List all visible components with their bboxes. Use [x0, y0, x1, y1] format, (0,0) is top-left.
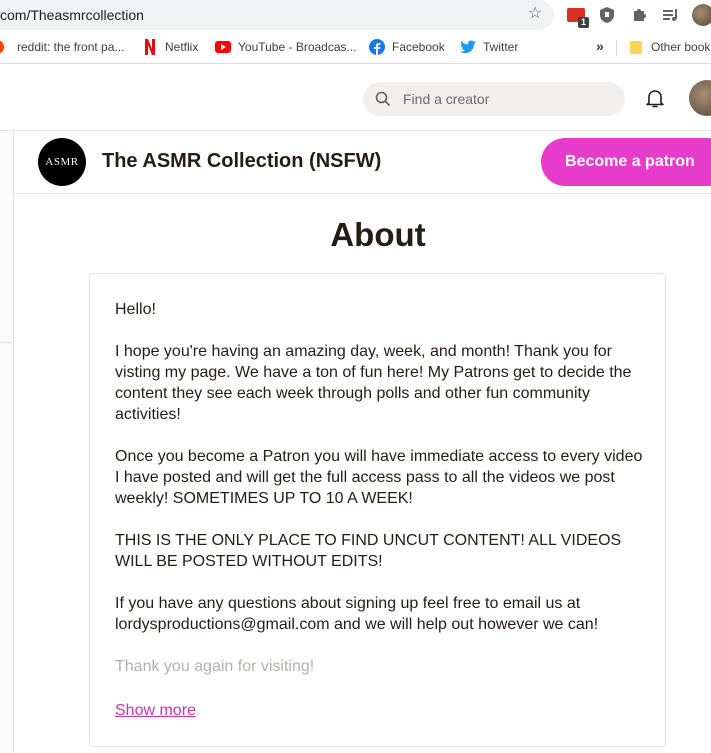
- youtube-icon: [215, 39, 231, 55]
- about-paragraph: If you have any questions about signing …: [115, 595, 599, 633]
- url-text[interactable]: com/Theasmrcollection: [0, 7, 144, 23]
- bookmark-label: YouTube - Broadcas...: [238, 40, 357, 54]
- bookmark-reddit[interactable]: reddit: the front pa...: [0, 39, 124, 55]
- bookmark-netflix[interactable]: Netflix: [142, 39, 198, 55]
- creator-name[interactable]: The ASMR Collection (NSFW): [102, 150, 381, 173]
- about-paragraph: I hope you're having an amazing day, wee…: [115, 343, 632, 423]
- browser-toolbar: com/Theasmrcollection ☆ 1: [0, 0, 711, 32]
- shield-extension-icon[interactable]: [597, 5, 617, 25]
- show-more-link[interactable]: Show more: [115, 702, 196, 720]
- search-input[interactable]: [403, 91, 603, 107]
- creator-bar: ASMR The ASMR Collection (NSFW) Become a…: [15, 131, 711, 194]
- user-avatar[interactable]: [689, 80, 711, 116]
- netflix-icon: [142, 39, 158, 55]
- folder-icon: [628, 39, 644, 55]
- site-header: [0, 65, 711, 131]
- about-paragraph: THIS IS THE ONLY PLACE TO FIND UNCUT CON…: [115, 532, 622, 570]
- bookmarks-bar: reddit: the front pa... Netflix YouTube …: [0, 32, 711, 64]
- search-icon: [375, 91, 391, 107]
- become-patron-button[interactable]: Become a patron: [541, 138, 711, 186]
- left-sidebar: [0, 131, 14, 753]
- about-heading: About: [330, 216, 426, 253]
- sidebar-divider: [0, 342, 14, 343]
- about-paragraph: Hello!: [115, 301, 156, 318]
- facebook-icon: [369, 39, 385, 55]
- about-paragraph: Once you become a Patron you will have i…: [115, 448, 643, 507]
- bookmark-twitter[interactable]: Twitter: [460, 39, 518, 55]
- extension-badge: 1: [577, 17, 589, 28]
- bookmark-label: Twitter: [483, 40, 519, 54]
- extension-red-icon[interactable]: 1: [566, 5, 589, 28]
- reddit-icon: [0, 39, 10, 55]
- bookmark-divider: [616, 40, 617, 56]
- bookmark-label: Other book: [651, 40, 711, 54]
- reading-list-icon[interactable]: [661, 5, 681, 25]
- twitter-icon: [460, 39, 476, 55]
- bookmark-facebook[interactable]: Facebook: [369, 39, 445, 55]
- bookmark-label: reddit: the front pa...: [17, 40, 125, 54]
- more-bookmarks-chevron[interactable]: »: [596, 38, 604, 54]
- about-card: Hello! I hope you're having an amazing d…: [89, 273, 666, 747]
- about-paragraph-faded: Thank you again for visiting!: [115, 658, 315, 675]
- bookmark-other-folder[interactable]: Other book: [628, 39, 710, 55]
- profile-icon[interactable]: [692, 4, 711, 26]
- bookmark-youtube[interactable]: YouTube - Broadcas...: [215, 39, 357, 55]
- address-bar[interactable]: com/Theasmrcollection: [0, 0, 554, 30]
- bookmark-label: Netflix: [165, 40, 199, 54]
- notification-bell-icon[interactable]: [643, 86, 667, 110]
- about-text: Hello! I hope you're having an amazing d…: [115, 299, 645, 698]
- bookmark-star-icon[interactable]: ☆: [528, 6, 542, 22]
- creator-logo[interactable]: ASMR: [38, 138, 86, 186]
- creator-logo-text: ASMR: [45, 156, 79, 168]
- bookmark-label: Facebook: [392, 40, 445, 54]
- puzzle-extensions-icon[interactable]: [629, 5, 649, 25]
- search-box[interactable]: [363, 82, 625, 116]
